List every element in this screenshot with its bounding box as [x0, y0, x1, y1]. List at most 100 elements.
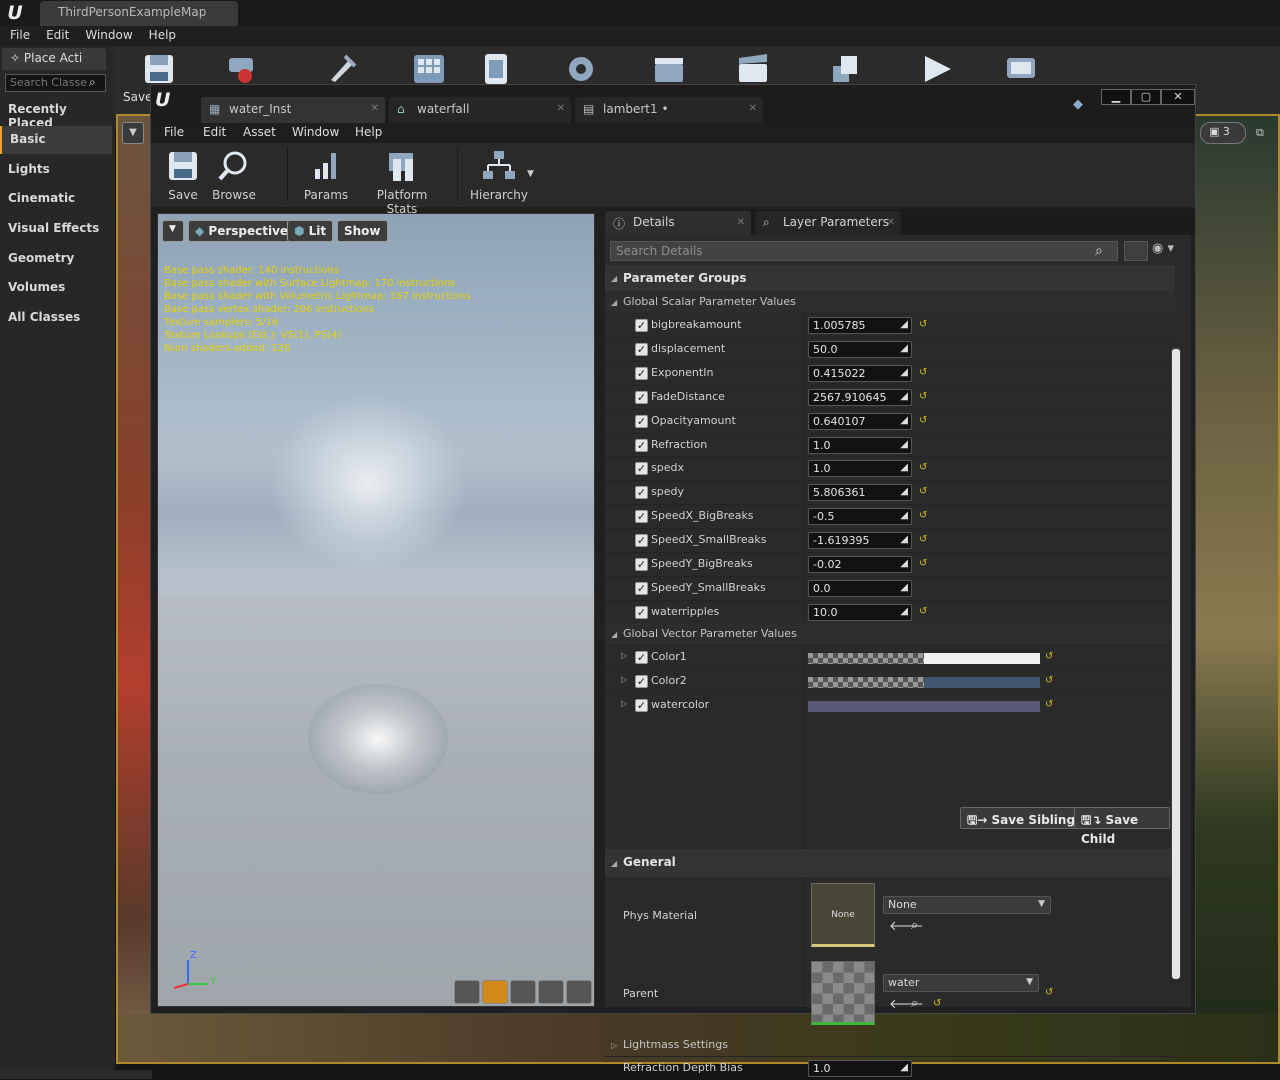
launch-icon[interactable] — [1003, 52, 1039, 86]
param-value-input[interactable]: 10.0 ◢ — [808, 603, 912, 621]
category-lights[interactable]: Lights — [0, 156, 112, 184]
reset-to-default-icon[interactable]: ↺ — [919, 510, 927, 521]
category-volumes[interactable]: Volumes — [0, 274, 112, 302]
param-enabled-checkbox[interactable]: ✓ — [635, 462, 648, 476]
reset-to-default-icon[interactable]: ↺ — [919, 319, 927, 330]
save-child-button[interactable]: 🖫↴ Save Child — [1074, 807, 1170, 846]
param-enabled-checkbox[interactable]: ✓ — [635, 366, 648, 380]
param-value-input[interactable]: 1.0 ◢ — [808, 460, 912, 478]
expand-arrow-icon[interactable]: ▷ — [621, 675, 627, 684]
marketplace-icon[interactable] — [479, 52, 515, 86]
lightmass-settings-row[interactable]: ▷ Lightmass Settings — [605, 1034, 1175, 1056]
content-grid-icon[interactable] — [411, 52, 447, 86]
browse-asset-icon[interactable]: ⌕ — [911, 996, 918, 1011]
view-options-list-icon[interactable] — [1124, 241, 1148, 261]
param-value-input[interactable]: 0.640107 ◢ — [808, 412, 912, 430]
save-button[interactable]: Save — [163, 145, 203, 202]
param-value-input[interactable]: -0.5 ◢ — [808, 508, 912, 526]
param-value-input[interactable]: 2567.910645 ◢ — [808, 388, 912, 406]
param-enabled-checkbox[interactable]: ✓ — [635, 699, 648, 712]
params-button[interactable]: Params — [301, 145, 351, 202]
reset-to-default-icon[interactable]: ↺ — [1045, 651, 1053, 662]
use-selected-arrow-icon[interactable]: 🡐 — [889, 996, 924, 1012]
custom-mesh-preview-icon[interactable] — [566, 980, 592, 1004]
menu-help[interactable]: Help — [355, 125, 382, 139]
minimize-button[interactable]: ▁ — [1101, 89, 1131, 105]
phys-material-thumbnail[interactable]: None — [811, 883, 875, 947]
param-enabled-checkbox[interactable]: ✓ — [635, 342, 648, 356]
level-viewport-badge[interactable]: ▣ 3 — [1200, 122, 1246, 144]
outer-menu-file[interactable]: File — [0, 26, 30, 46]
color-swatch[interactable] — [808, 653, 1040, 664]
blueprints-icon[interactable] — [563, 52, 599, 86]
search-icon[interactable]: ⌕ — [1095, 243, 1115, 259]
level-viewport-options-button[interactable]: ▼ — [122, 122, 144, 144]
close-window-button[interactable]: ✕ — [1161, 89, 1195, 105]
param-enabled-checkbox[interactable]: ✓ — [635, 510, 648, 524]
param-value-input[interactable]: 50.0 ◢ — [808, 340, 912, 358]
reset-to-default-icon[interactable]: ↺ — [1045, 675, 1053, 686]
param-value-input[interactable]: 0.415022 ◢ — [808, 364, 912, 382]
category-recently-placed[interactable]: Recently Placed — [0, 96, 112, 130]
color-swatch[interactable] — [808, 677, 1040, 688]
param-enabled-checkbox[interactable]: ✓ — [635, 675, 648, 688]
param-value-input[interactable]: -0.02 ◢ — [808, 556, 912, 573]
expand-arrow-icon[interactable]: ▷ — [621, 699, 627, 708]
vector-parameters-header[interactable]: ◢ Global Vector Parameter Values — [605, 623, 1175, 645]
material-preview-viewport[interactable]: ▼ ◆ Perspective ⬢ Lit Show Base pass sha… — [157, 213, 595, 1007]
param-enabled-checkbox[interactable]: ✓ — [635, 390, 648, 404]
close-tab-icon[interactable]: ✕ — [887, 217, 895, 228]
platform-stats-button[interactable]: Platform Stats — [361, 145, 443, 216]
param-enabled-checkbox[interactable]: ✓ — [635, 605, 648, 619]
settings-tools-icon[interactable] — [325, 52, 361, 86]
reset-to-default-icon[interactable]: ↺ — [919, 534, 927, 545]
hierarchy-dropdown-icon[interactable]: ▼ — [527, 169, 534, 179]
cube-preview-icon[interactable] — [538, 980, 564, 1004]
refraction-depth-bias-input[interactable]: 1.0 ◢ — [808, 1060, 912, 1077]
category-basic[interactable]: Basic — [0, 126, 112, 154]
category-cinematic[interactable]: Cinematic — [0, 185, 112, 213]
general-header[interactable]: ◢ General — [605, 849, 1175, 877]
search-details-input[interactable]: Search Details — [610, 241, 1118, 261]
outer-level-tab[interactable]: ThirdPersonExampleMap — [40, 1, 238, 26]
reset-to-default-icon[interactable]: ↺ — [1045, 987, 1053, 998]
reset-to-default-icon[interactable]: ↺ — [1045, 699, 1053, 710]
source-control-icon[interactable] — [223, 52, 259, 86]
content-browser-tab[interactable] — [0, 1070, 152, 1079]
param-value-input[interactable]: 5.806361 ◢ — [808, 484, 912, 502]
param-enabled-checkbox[interactable]: ✓ — [635, 534, 648, 548]
parent-dropdown[interactable]: water ▼ — [883, 974, 1039, 992]
tab-waterfall[interactable]: ⌂ waterfall ✕ — [389, 97, 571, 123]
reset-to-default-icon[interactable]: ↺ — [919, 606, 927, 617]
reset-to-default-icon[interactable]: ↺ — [919, 391, 927, 402]
reset-to-default-icon[interactable]: ↺ — [919, 367, 927, 378]
save-level-label[interactable]: Save — [123, 90, 152, 104]
reset-to-default-icon[interactable]: ↺ — [919, 462, 927, 473]
tab-details[interactable]: ⓘ Details ✕ — [605, 211, 751, 235]
menu-asset[interactable]: Asset — [243, 125, 276, 139]
viewport-options-button[interactable]: ▼ — [162, 220, 184, 242]
perspective-button[interactable]: ◆ Perspective — [188, 220, 296, 242]
category-geometry[interactable]: Geometry — [0, 245, 112, 273]
tab-layer-parameters[interactable]: ⌕ Layer Parameters ✕ — [755, 211, 901, 235]
maximize-button[interactable]: ▢ — [1131, 89, 1161, 105]
param-enabled-checkbox[interactable]: ✓ — [635, 558, 648, 571]
browse-button[interactable]: Browse — [211, 145, 257, 202]
phys-material-dropdown[interactable]: None ▼ — [883, 896, 1051, 914]
menu-file[interactable]: File — [164, 125, 184, 139]
outer-menu-window[interactable]: Window — [75, 26, 132, 46]
hierarchy-button[interactable]: Hierarchy — [469, 145, 529, 202]
param-enabled-checkbox[interactable]: ✓ — [635, 651, 648, 664]
tab-water-inst[interactable]: ▦ water_Inst ✕ — [201, 97, 385, 123]
reset-to-default-icon[interactable]: ↺ — [933, 998, 941, 1009]
cylinder-preview-icon[interactable] — [454, 980, 480, 1004]
sphere-preview-icon[interactable] — [482, 980, 508, 1004]
reset-to-default-icon[interactable]: ↺ — [919, 558, 927, 569]
save-sibling-button[interactable]: 🖫→ Save Sibling — [960, 807, 1083, 829]
param-value-input[interactable]: 1.0 ◢ — [808, 436, 912, 454]
scalar-parameters-header[interactable]: ◢ Global Scalar Parameter Values — [605, 291, 1175, 313]
outer-menu-edit[interactable]: Edit — [36, 26, 69, 46]
reset-to-default-icon[interactable]: ↺ — [919, 415, 927, 426]
param-value-input[interactable]: 0.0 ◢ — [808, 579, 912, 597]
show-button[interactable]: Show — [337, 220, 388, 242]
